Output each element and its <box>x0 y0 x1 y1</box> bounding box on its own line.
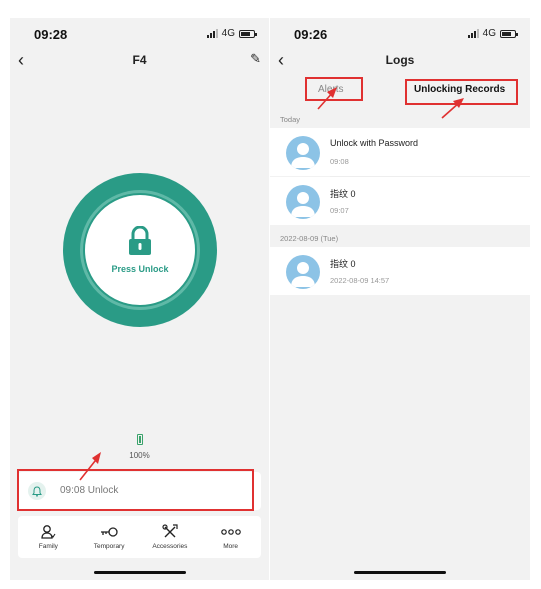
annotation-arrows <box>79 87 464 481</box>
